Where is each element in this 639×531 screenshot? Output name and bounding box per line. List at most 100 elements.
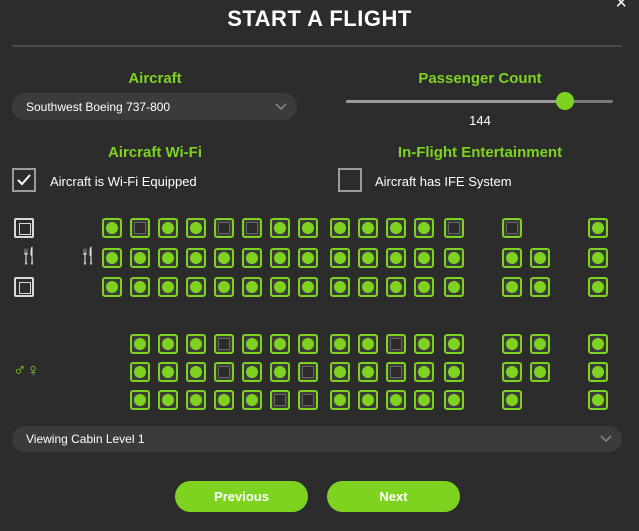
seat[interactable] xyxy=(214,248,234,268)
seat[interactable] xyxy=(502,248,522,268)
seat[interactable] xyxy=(330,248,350,268)
seat[interactable] xyxy=(130,218,150,238)
seat[interactable] xyxy=(102,248,122,268)
seat[interactable] xyxy=(444,362,464,382)
seat[interactable] xyxy=(270,248,290,268)
seat[interactable] xyxy=(330,362,350,382)
seat[interactable] xyxy=(386,218,406,238)
seat[interactable] xyxy=(242,334,262,354)
seat[interactable] xyxy=(130,362,150,382)
close-icon[interactable]: × xyxy=(615,0,627,15)
seat[interactable] xyxy=(386,334,406,354)
seat[interactable] xyxy=(298,390,318,410)
seat[interactable] xyxy=(502,334,522,354)
seat[interactable] xyxy=(386,277,406,297)
seat[interactable] xyxy=(330,218,350,238)
seat[interactable] xyxy=(502,277,522,297)
seat[interactable] xyxy=(444,248,464,268)
seat[interactable] xyxy=(158,277,178,297)
seat[interactable] xyxy=(444,390,464,410)
seat[interactable] xyxy=(214,277,234,297)
seat[interactable] xyxy=(444,277,464,297)
seat[interactable] xyxy=(186,277,206,297)
seat[interactable] xyxy=(158,390,178,410)
seat[interactable] xyxy=(358,248,378,268)
seat[interactable] xyxy=(298,277,318,297)
seat[interactable] xyxy=(186,390,206,410)
seat[interactable] xyxy=(186,334,206,354)
seat[interactable] xyxy=(414,362,434,382)
seat[interactable] xyxy=(158,218,178,238)
aircraft-dropdown[interactable]: Southwest Boeing 737-800 xyxy=(12,93,297,120)
seat[interactable] xyxy=(386,390,406,410)
seat[interactable] xyxy=(530,362,550,382)
seat[interactable] xyxy=(358,362,378,382)
seat[interactable] xyxy=(386,362,406,382)
seat[interactable] xyxy=(530,248,550,268)
seat[interactable] xyxy=(130,248,150,268)
seat[interactable] xyxy=(358,390,378,410)
seat[interactable] xyxy=(298,334,318,354)
seat[interactable] xyxy=(330,277,350,297)
seat[interactable] xyxy=(588,390,608,410)
seat[interactable] xyxy=(358,277,378,297)
seat[interactable] xyxy=(386,248,406,268)
ife-checkbox[interactable] xyxy=(338,168,362,192)
seat[interactable] xyxy=(298,248,318,268)
seat[interactable] xyxy=(186,248,206,268)
seat[interactable] xyxy=(588,218,608,238)
seat[interactable] xyxy=(330,334,350,354)
previous-button[interactable]: Previous xyxy=(175,481,308,512)
seat[interactable] xyxy=(358,218,378,238)
seat[interactable] xyxy=(242,390,262,410)
seat[interactable] xyxy=(130,334,150,354)
seat[interactable] xyxy=(242,362,262,382)
seat[interactable] xyxy=(588,248,608,268)
seat[interactable] xyxy=(358,334,378,354)
seat[interactable] xyxy=(530,277,550,297)
seat[interactable] xyxy=(158,362,178,382)
seat[interactable] xyxy=(270,334,290,354)
seat[interactable] xyxy=(242,277,262,297)
seat[interactable] xyxy=(588,362,608,382)
seat[interactable] xyxy=(214,362,234,382)
seat[interactable] xyxy=(298,218,318,238)
seat[interactable] xyxy=(130,390,150,410)
seat[interactable] xyxy=(270,277,290,297)
seat[interactable] xyxy=(158,248,178,268)
seat[interactable] xyxy=(186,218,206,238)
seat[interactable] xyxy=(502,218,522,238)
seat[interactable] xyxy=(158,334,178,354)
seat[interactable] xyxy=(330,390,350,410)
seat[interactable] xyxy=(214,390,234,410)
seat[interactable] xyxy=(298,362,318,382)
seat[interactable] xyxy=(414,218,434,238)
passenger-slider[interactable] xyxy=(346,92,613,110)
seat[interactable] xyxy=(214,334,234,354)
seat[interactable] xyxy=(444,218,464,238)
seat[interactable] xyxy=(102,277,122,297)
seat[interactable] xyxy=(588,334,608,354)
seat[interactable] xyxy=(414,390,434,410)
seat[interactable] xyxy=(270,218,290,238)
next-button[interactable]: Next xyxy=(327,481,460,512)
seat[interactable] xyxy=(242,248,262,268)
seat[interactable] xyxy=(270,390,290,410)
wifi-checkbox[interactable] xyxy=(12,168,36,192)
seat[interactable] xyxy=(186,362,206,382)
seat[interactable] xyxy=(270,362,290,382)
seat[interactable] xyxy=(414,277,434,297)
seat[interactable] xyxy=(102,218,122,238)
slider-thumb[interactable] xyxy=(555,92,574,110)
seat[interactable] xyxy=(530,334,550,354)
seat[interactable] xyxy=(414,334,434,354)
seat[interactable] xyxy=(130,277,150,297)
seat[interactable] xyxy=(588,277,608,297)
seat[interactable] xyxy=(502,390,522,410)
seat[interactable] xyxy=(414,248,434,268)
seat[interactable] xyxy=(444,334,464,354)
seat[interactable] xyxy=(242,218,262,238)
seat[interactable] xyxy=(214,218,234,238)
cabin-dropdown[interactable]: Viewing Cabin Level 1 xyxy=(12,426,622,452)
seat[interactable] xyxy=(502,362,522,382)
